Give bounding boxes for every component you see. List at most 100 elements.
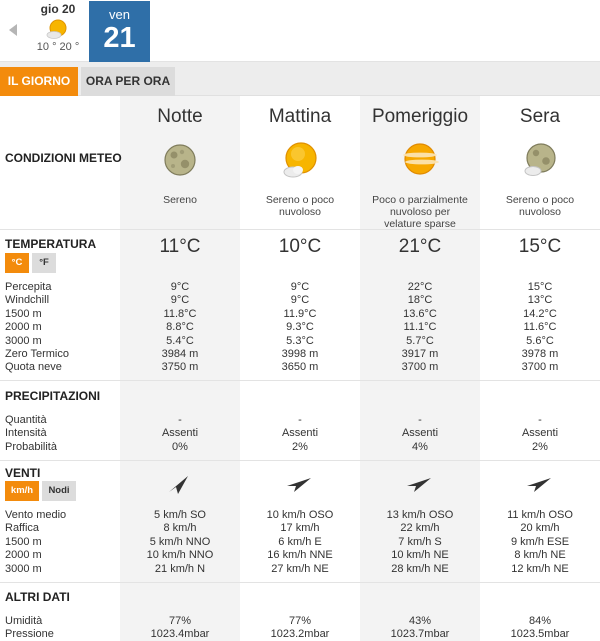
cell-value: 10 km/h NE (391, 549, 449, 562)
cell-value: 6 km/h E (278, 535, 322, 548)
row-label: 3000 m (5, 562, 42, 575)
cell-value: 10 km/h OSO (266, 509, 334, 521)
day-prev-name: gio 20 (40, 2, 76, 16)
cell-value: 1023.7mbar (390, 628, 450, 641)
row-label: Quantità (5, 414, 47, 426)
cell-value: - (538, 414, 542, 426)
cell-value: 11 km/h OSO (507, 509, 573, 521)
cell-value: - (298, 414, 302, 426)
wind-arrow-icon (527, 478, 551, 492)
cell-value: 9°C (170, 281, 190, 293)
cell-value: 27 km/h NE (271, 562, 329, 575)
cell-value: 77% (168, 615, 192, 627)
day-current-number: 21 (103, 22, 136, 54)
cell-value: 3700 m (401, 361, 439, 374)
cell-value: 22°C (407, 281, 433, 293)
unit-celsius-button[interactable]: °C (5, 253, 29, 273)
row-label: Pressione (5, 628, 54, 641)
cell-value: 7 km/h S (398, 535, 442, 548)
prev-arrow-icon[interactable] (9, 24, 17, 36)
unit-kmh-button[interactable]: km/h (5, 481, 39, 501)
cell-value: 8 km/h (163, 522, 197, 535)
cell-value: 9 km/h ESE (510, 535, 570, 548)
cell-value: 8 km/h NE (514, 549, 566, 562)
cell-value: 28 km/h NE (391, 562, 449, 575)
row-label: 3000 m (5, 334, 42, 347)
cell-value: Assenti (521, 427, 559, 440)
divider (0, 229, 600, 230)
wind-arrow-icon (287, 478, 311, 492)
cell-value: 11.8°C (163, 307, 197, 320)
cell-value: 9.3°C (286, 321, 314, 334)
tab-il-giorno[interactable]: IL GIORNO (0, 67, 78, 96)
cell-value: 8.8°C (166, 321, 194, 334)
cell-value: 11.6°C (523, 321, 557, 334)
period-name: Pomeriggio (371, 106, 469, 127)
section-title-precipitation: PRECIPITAZIONI (5, 389, 101, 403)
row-label: 2000 m (5, 321, 42, 334)
cell-value: 3650 m (281, 361, 319, 374)
unit-fahrenheit-button[interactable]: °F (32, 253, 56, 273)
cell-value: 3700 m (521, 361, 559, 374)
row-label: 2000 m (5, 549, 42, 562)
moon-cloud-icon (524, 143, 556, 176)
section-title-conditions: CONDIZIONI METEO (5, 151, 122, 165)
cell-value: - (418, 414, 422, 426)
cell-value: 5.7°C (406, 334, 434, 347)
cell-value: 3750 m (161, 361, 199, 374)
sun-haze-icon (403, 143, 439, 175)
cell-value: 21 km/h N (154, 562, 206, 575)
divider (0, 380, 600, 381)
temperature-main-sera: 15°C (518, 236, 562, 257)
divider (0, 582, 600, 583)
cell-value: 5 km/h SO (154, 509, 206, 521)
row-label: Quota neve (5, 361, 62, 374)
cell-value: Assenti (401, 427, 439, 440)
row-label: Intensità (5, 427, 47, 440)
day-current[interactable]: ven 21 (89, 1, 150, 62)
period-column-pomeriggio: Pomeriggio Poco o parzialmente nuvoloso … (360, 106, 480, 230)
row-label: Probabilità (5, 440, 57, 453)
cell-value: 12 km/h NE (511, 562, 569, 575)
cell-value: 77% (288, 615, 312, 627)
period-desc: Sereno o poco nuvoloso (505, 194, 575, 218)
cell-value: 17 km/h (280, 522, 320, 535)
period-desc: Poco o parzialmente nuvoloso per velatur… (372, 194, 468, 230)
section-title-temperature: TEMPERATURA (5, 237, 97, 251)
row-label: Zero Termico (5, 348, 69, 360)
period-name: Mattina (268, 106, 332, 127)
cell-value: 5.4°C (166, 334, 194, 347)
view-tabs: IL GIORNO ORA PER ORA (0, 62, 600, 96)
cell-value: 1023.5mbar (510, 628, 570, 641)
cell-value: 22 km/h (400, 522, 440, 535)
day-prev[interactable]: gio 20 10 ° 20 ° (25, 0, 91, 62)
section-title-wind: VENTI (5, 466, 41, 480)
cell-value: 5 km/h NNO (149, 535, 211, 548)
moon-icon (164, 144, 196, 176)
row-label: Vento medio (5, 509, 67, 521)
row-label: Windchill (5, 294, 50, 307)
temperature-main-notte: 11°C (159, 236, 201, 257)
period-column-mattina: Mattina Sereno o poco nuvoloso (240, 106, 360, 218)
cell-value: 18°C (407, 294, 433, 307)
cell-value: 16 km/h NNE (267, 549, 333, 562)
cell-value: 3917 m (401, 348, 439, 360)
temperature-main-mattina: 10°C (278, 236, 322, 257)
period-name: Sera (519, 106, 561, 127)
cell-value: 14.2°C (523, 307, 557, 320)
period-column-sera: Sera Sereno o poco nuvoloso (480, 106, 600, 218)
cell-value: 2% (292, 440, 308, 453)
cell-value: 1023.4mbar (150, 628, 210, 641)
period-desc: Sereno (163, 194, 197, 206)
tab-ora-per-ora[interactable]: ORA PER ORA (81, 67, 175, 96)
wind-arrow-icon (407, 478, 431, 492)
cell-value: 3978 m (521, 348, 559, 360)
cell-value: 20 km/h (520, 522, 560, 535)
row-label: Raffica (5, 522, 40, 535)
cell-value: 2% (532, 440, 548, 453)
cell-value: 11.1°C (403, 321, 437, 334)
cell-value: 5.3°C (286, 334, 314, 347)
cell-value: 1023.2mbar (270, 628, 330, 641)
unit-knots-button[interactable]: Nodi (42, 481, 76, 501)
cell-value: 11.9°C (283, 307, 317, 320)
